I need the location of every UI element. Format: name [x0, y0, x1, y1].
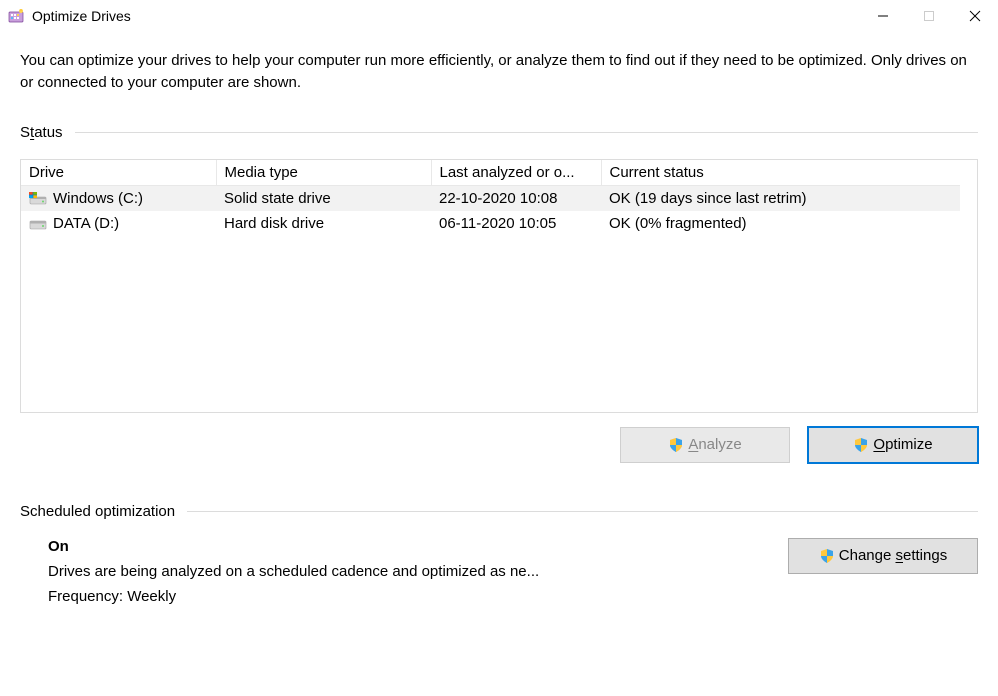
scheduled-frequency: Frequency: Weekly: [48, 588, 708, 605]
table-header-row: Drive Media type Last analyzed or o... C…: [21, 160, 960, 186]
minimize-button[interactable]: [860, 0, 906, 32]
uac-shield-icon: [819, 548, 835, 564]
last-analyzed: 06-11-2020 10:05: [431, 211, 601, 236]
col-header-drive[interactable]: Drive: [21, 160, 216, 186]
drive-name: DATA (D:): [53, 215, 119, 232]
scrollbar-gutter: [960, 160, 977, 412]
scheduled-state: On: [48, 538, 768, 555]
drive-icon: [29, 215, 47, 231]
uac-shield-icon: [853, 437, 869, 453]
media-type: Hard disk drive: [216, 211, 431, 236]
optimize-label: Optimize: [873, 436, 932, 453]
change-settings-label: Change settings: [839, 547, 947, 564]
status-label: Status: [20, 124, 75, 141]
status-section-header: Status: [20, 124, 978, 141]
scheduled-body: On Drives are being analyzed on a schedu…: [20, 538, 978, 613]
divider-line: [187, 511, 978, 512]
scheduled-text: On Drives are being analyzed on a schedu…: [48, 538, 768, 613]
divider-line: [75, 132, 978, 133]
optimize-button[interactable]: Optimize: [808, 427, 978, 463]
drive-name: Windows (C:): [53, 190, 143, 207]
drives-table[interactable]: Drive Media type Last analyzed or o... C…: [21, 160, 960, 236]
description-text: You can optimize your drives to help you…: [20, 50, 978, 94]
media-type: Solid state drive: [216, 185, 431, 211]
current-status: OK (0% fragmented): [601, 211, 960, 236]
scheduled-description: Drives are being analyzed on a scheduled…: [48, 563, 708, 580]
close-button[interactable]: [952, 0, 998, 32]
defrag-app-icon: [8, 8, 24, 24]
col-header-media[interactable]: Media type: [216, 160, 431, 186]
maximize-button: [906, 0, 952, 32]
table-row[interactable]: DATA (D:) Hard disk drive06-11-2020 10:05…: [21, 211, 960, 236]
analyze-label: Analyze: [688, 436, 741, 453]
col-header-status[interactable]: Current status: [601, 160, 960, 186]
window-title: Optimize Drives: [32, 8, 131, 24]
window-controls: [860, 0, 998, 32]
drives-table-container: Drive Media type Last analyzed or o... C…: [20, 159, 978, 413]
col-header-last[interactable]: Last analyzed or o...: [431, 160, 601, 186]
change-settings-button[interactable]: Change settings: [788, 538, 978, 574]
uac-shield-icon: [668, 437, 684, 453]
action-button-row: Analyze Optimize: [20, 427, 978, 463]
analyze-button: Analyze: [620, 427, 790, 463]
drive-icon: [29, 190, 47, 206]
scheduled-section-header: Scheduled optimization: [20, 503, 978, 520]
scheduled-label: Scheduled optimization: [20, 503, 187, 520]
titlebar: Optimize Drives: [0, 0, 998, 32]
table-row[interactable]: Windows (C:) Solid state drive22-10-2020 …: [21, 185, 960, 211]
current-status: OK (19 days since last retrim): [601, 185, 960, 211]
last-analyzed: 22-10-2020 10:08: [431, 185, 601, 211]
